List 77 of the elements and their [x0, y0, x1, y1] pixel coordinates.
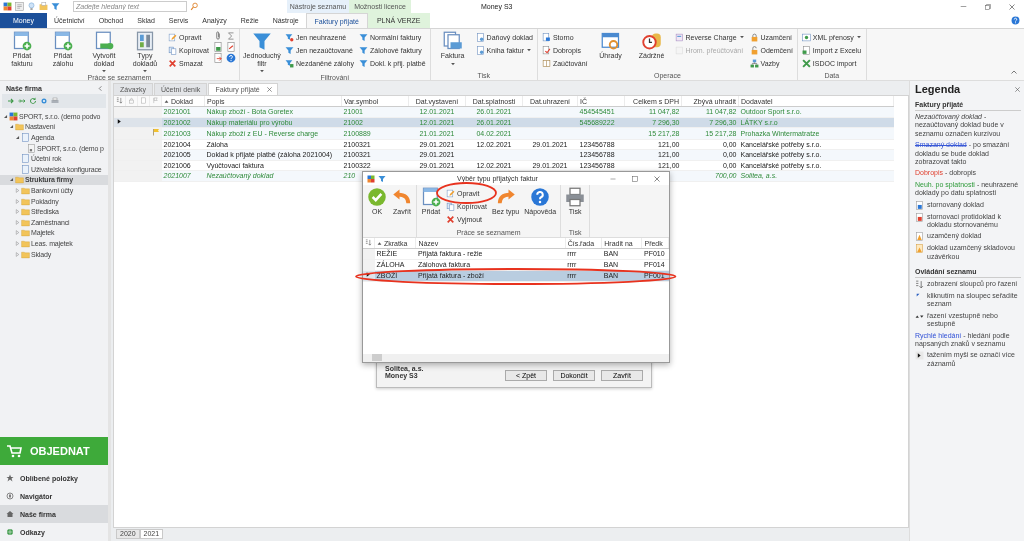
- settings-icon[interactable]: [15, 2, 24, 11]
- dropdown-caret-icon: [525, 47, 532, 53]
- sigma-icon[interactable]: [225, 31, 236, 41]
- dropdown-caret-icon: [855, 34, 862, 40]
- document-lock-icon: [541, 32, 551, 42]
- row-pointer-icon: [365, 271, 372, 278]
- dropdown-caret-icon: [738, 34, 745, 40]
- copy-icon: [168, 45, 177, 55]
- pencil-icon: [168, 32, 177, 42]
- document-icon: [475, 32, 485, 42]
- lightbulb-icon[interactable]: [27, 2, 36, 11]
- close-icon[interactable]: [265, 86, 273, 93]
- spreadsheet-icon[interactable]: [212, 42, 223, 52]
- double-arrow-icon[interactable]: [18, 97, 26, 105]
- network-icon: [749, 58, 759, 68]
- dropdown-caret-icon: [449, 60, 456, 67]
- cross-mark-icon: [801, 58, 811, 68]
- folder-icon[interactable]: [39, 2, 48, 11]
- filter-icon[interactable]: [51, 2, 60, 11]
- flag-icon[interactable]: [152, 97, 159, 104]
- document-icon: [475, 45, 485, 55]
- panel-title: Legenda: [915, 83, 961, 95]
- row-pointer-icon: [116, 117, 123, 125]
- column-sort-icon[interactable]: [365, 239, 372, 246]
- dropdown-caret-icon: [258, 68, 265, 75]
- filter-icon: [284, 45, 294, 55]
- sort-arrow-icon: [377, 240, 382, 246]
- house-icon: [6, 510, 14, 518]
- refresh-icon[interactable]: [29, 97, 37, 105]
- sort-arrow-icon: [164, 98, 169, 104]
- window-transfer-icon: [801, 32, 811, 42]
- help-icon[interactable]: [1011, 16, 1020, 25]
- lock-icon[interactable]: [128, 97, 135, 104]
- folder-icon: [15, 122, 24, 132]
- document-icon: [674, 32, 684, 42]
- company-logo-icon: [367, 174, 375, 183]
- unlocked-lock-icon: [749, 45, 759, 55]
- globe-icon: [6, 528, 14, 536]
- maximize-icon[interactable]: [631, 174, 639, 183]
- filter-icon[interactable]: [378, 174, 386, 183]
- filter-icon: [284, 32, 294, 42]
- document-icon[interactable]: [140, 97, 147, 104]
- cross-icon: [168, 58, 177, 68]
- filter-icon: [251, 31, 272, 51]
- cross-icon: [446, 214, 455, 224]
- right-arrow-icon[interactable]: [7, 97, 15, 105]
- cart-icon: [6, 443, 22, 459]
- page-icon: [21, 133, 30, 142]
- document-icon: [541, 45, 551, 55]
- lock-icon: [749, 32, 759, 42]
- company-logo-icon: [9, 111, 18, 121]
- page-icon: [27, 143, 36, 153]
- close-icon[interactable]: [653, 174, 661, 183]
- copy-icon: [446, 201, 455, 211]
- pencil-icon: [446, 188, 455, 198]
- settings-icon[interactable]: [40, 97, 48, 105]
- document-icon[interactable]: [225, 42, 236, 52]
- highlight-ellipse: [436, 182, 497, 204]
- compass-icon: [6, 492, 14, 500]
- restore-icon[interactable]: [984, 2, 992, 11]
- collapse-chevron-icon[interactable]: [97, 85, 104, 92]
- book-icon: [541, 58, 551, 68]
- company-logo-icon[interactable]: [3, 2, 12, 11]
- close-icon[interactable]: [1008, 2, 1016, 11]
- dropdown-caret-icon: [142, 68, 148, 75]
- printer-icon[interactable]: [51, 97, 59, 105]
- column-sort-icon[interactable]: [116, 97, 123, 104]
- dropdown-caret-icon: [101, 68, 107, 75]
- close-icon[interactable]: [1014, 85, 1021, 93]
- collapse-caret-icon[interactable]: [1010, 68, 1018, 76]
- columns-icon: [135, 31, 155, 51]
- star-icon: [6, 474, 14, 482]
- filter-icon: [284, 58, 294, 68]
- help-icon[interactable]: [225, 53, 236, 63]
- collapse-triangle-icon[interactable]: [8, 177, 14, 183]
- scrollbar[interactable]: [363, 354, 669, 362]
- search-icon[interactable]: [190, 2, 199, 11]
